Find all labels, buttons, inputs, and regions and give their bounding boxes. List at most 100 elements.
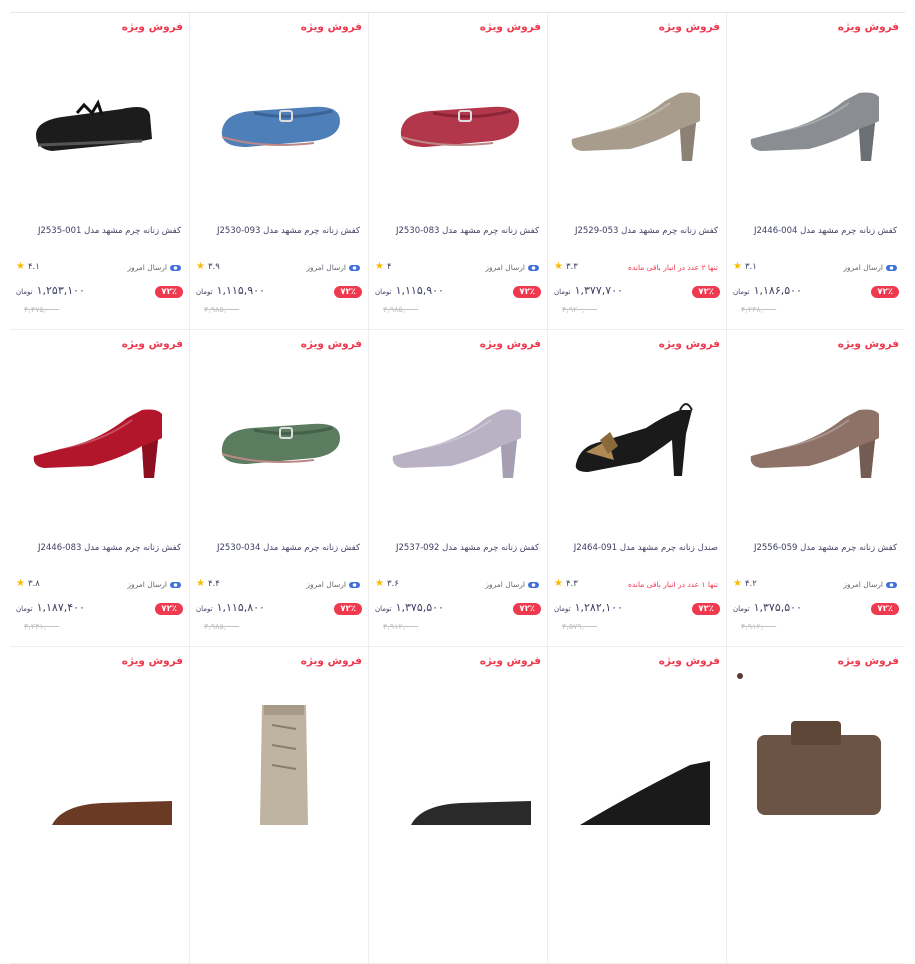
truck-icon [528,581,539,589]
discount-badge: ۷۲٪ [513,603,541,615]
price-value: ۱,۳۷۷,۷۰۰ [574,284,623,297]
product-title[interactable]: کفش زنانه چرم مشهد مدل J2446-004 [733,226,897,236]
old-price: ۳,۹۸۵,۰۰۰ [204,305,240,314]
shipping-status: ارسال امروز [306,263,360,272]
price-value: ۱,۳۷۵,۵۰۰ [395,601,444,614]
product-title[interactable]: کفش زنانه چرم مشهد مدل J2537-092 [375,543,539,553]
rating-value: ۴.۱ [27,262,40,272]
blue-flat-shoe-icon[interactable] [202,51,357,191]
red-flat-shoe-icon[interactable] [381,51,536,191]
leopard-slingback-icon[interactable] [560,368,715,508]
product-card[interactable]: فروش ویژه [726,647,905,964]
price: تومان ۱,۳۷۵,۵۰۰ [375,601,444,614]
special-sale-label: فروش ویژه [658,21,720,33]
product-title[interactable]: کفش زنانه چرم مشهد مدل J2530-093 [196,226,360,236]
product-card[interactable]: فروش ویژه [10,647,189,964]
green-flat-shoe-icon[interactable] [202,368,357,508]
product-card[interactable]: فروش ویژه کفش زنانه چرم مشهد مدل J2530-08… [368,13,547,330]
rating-value: ۴.۲ [744,579,757,589]
currency-label: تومان [196,288,213,296]
product-card[interactable]: فروش ویژه کفش زنانه چرم مشهد مدل J2556-05… [726,330,905,647]
price-value: ۱,۱۸۶,۵۰۰ [753,284,802,297]
shipping-status: تنها ۲ عدد در انبار باقی مانده [628,263,718,272]
rating-value: ۴ [386,262,392,272]
red-pump-shoe-icon[interactable] [22,368,177,508]
special-sale-label: فروش ویژه [479,655,541,667]
product-card[interactable]: فروش ویژه [189,647,368,964]
product-card[interactable]: فروش ویژه صندل زنانه چرم مشهد مدل J2464-0… [547,330,726,647]
product-title[interactable]: صندل زنانه چرم مشهد مدل J2464-091 [554,543,718,553]
truck-icon [170,581,181,589]
black-pump-shoe-icon[interactable] [560,685,715,825]
discount-badge: ۷۲٪ [513,286,541,298]
brown-pump-shoe-icon[interactable] [739,368,894,508]
price-value: ۱,۱۱۵,۹۰۰ [216,284,265,297]
product-title[interactable]: کفش زنانه چرم مشهد مدل J2535-001 [16,226,181,236]
old-price: ۴,۹۱۲,۰۰۰ [383,622,419,631]
currency-label: تومان [554,605,571,613]
product-title[interactable]: کفش زنانه چرم مشهد مدل J2530-083 [375,226,539,236]
old-price: ۴,۲۳۸,۰۰۰ [741,305,777,314]
beige-boot-icon[interactable] [202,685,357,825]
product-title[interactable]: کفش زنانه چرم مشهد مدل J2530-034 [196,543,360,553]
gray-pump-shoe-icon[interactable] [739,51,894,191]
old-price: ۴,۵۷۹,۰۰۰ [562,622,598,631]
sandal-icon[interactable] [381,685,536,825]
lilac-pump-shoe-icon[interactable] [381,368,536,508]
currency-label: تومان [375,288,392,296]
star-icon: ★ [554,261,563,272]
rating-value: ۳.۸ [27,579,40,589]
star-icon: ★ [196,261,205,272]
product-card[interactable]: فروش ویژه [368,647,547,964]
old-price: ۳,۹۸۵,۰۰۰ [204,622,240,631]
special-sale-label: فروش ویژه [837,655,899,667]
price-value: ۱,۱۸۷,۴۰۰ [36,601,85,614]
product-title[interactable]: کفش زنانه چرم مشهد مدل J2556-059 [733,543,897,553]
rating-value: ۳.۶ [386,579,399,589]
product-card[interactable]: فروش ویژه کفش زنانه چرم مشهد مدل J2535-00… [10,13,189,330]
brown-wallet-icon[interactable] [739,685,894,825]
currency-label: تومان [733,288,750,296]
product-card[interactable]: فروش ویژه کفش زنانه چرم مشهد مدل J2529-05… [547,13,726,330]
discount-badge: ۷۲٪ [692,603,720,615]
shipping-text: ارسال امروز [127,580,167,589]
price-value: ۱,۳۷۵,۵۰۰ [753,601,802,614]
truck-icon [528,264,539,272]
product-card[interactable]: فروش ویژه کفش زنانه چرم مشهد مدل J2537-09… [368,330,547,647]
discount-badge: ۷۲٪ [334,286,362,298]
product-card[interactable]: فروش ویژه کفش زنانه چرم مشهد مدل J2530-09… [189,13,368,330]
currency-label: تومان [733,605,750,613]
star-icon: ★ [375,261,384,272]
taupe-pump-shoe-icon[interactable] [560,51,715,191]
product-title[interactable]: کفش زنانه چرم مشهد مدل J2446-083 [16,543,181,553]
product-grid: فروش ویژه کفش زنانه چرم مشهد مدل J2446-00… [10,13,905,964]
rating: ★ ۳.۹ [196,261,220,273]
price: تومان ۱,۳۷۵,۵۰۰ [733,601,802,614]
truck-icon [886,581,897,589]
discount-badge: ۷۲٪ [871,603,899,615]
price: تومان ۱,۱۱۵,۹۰۰ [196,284,265,297]
product-card[interactable]: فروش ویژه [547,647,726,964]
special-sale-label: فروش ویژه [479,338,541,350]
product-card[interactable]: فروش ویژه کفش زنانه چرم مشهد مدل J2530-03… [189,330,368,647]
truck-icon [886,264,897,272]
brown-shoe-icon[interactable] [22,685,177,825]
rating: ★ ۴.۳ [554,579,578,590]
star-icon: ★ [16,261,25,272]
shipping-text: ارسال امروز [306,580,346,589]
currency-label: تومان [375,605,392,613]
rating-value: ۳.۳ [565,262,578,272]
special-sale-label: فروش ویژه [121,655,183,667]
special-sale-label: فروش ویژه [837,338,899,350]
color-swatch[interactable] [737,673,743,679]
old-price: ۳,۹۸۵,۰۰۰ [383,305,419,314]
rating-value: ۴.۳ [565,579,578,589]
black-loafer-shoe-icon[interactable] [22,51,177,191]
old-price: ۴,۲۴۱,۰۰۰ [24,622,60,631]
product-card[interactable]: فروش ویژه کفش زنانه چرم مشهد مدل J2446-08… [10,330,189,647]
product-card[interactable]: فروش ویژه کفش زنانه چرم مشهد مدل J2446-00… [726,13,905,330]
product-title[interactable]: کفش زنانه چرم مشهد مدل J2529-053 [554,226,718,236]
rating: ★ ۳.۱ [733,262,757,273]
special-sale-label: فروش ویژه [479,21,541,33]
star-icon: ★ [375,578,384,589]
